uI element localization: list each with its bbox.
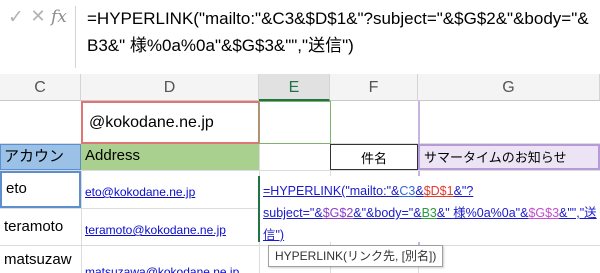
cell-c4[interactable]: teramoto xyxy=(0,209,81,245)
formula-bar: ✓ ✕ fx =HYPERLINK("mailto:"&C3&$D$1&"?su… xyxy=(0,0,600,75)
cell-c3[interactable]: eto xyxy=(0,171,81,208)
cell-c2[interactable]: アカウン xyxy=(0,144,81,170)
column-header-c[interactable]: C xyxy=(0,74,81,101)
cell-c5[interactable]: matsuzaw xyxy=(0,246,81,273)
column-header-f[interactable]: F xyxy=(330,74,418,101)
cell-d1[interactable]: @kokodane.ne.jp xyxy=(81,101,260,144)
formula-token: & xyxy=(415,184,424,198)
cell-g2[interactable]: サマータイムのお知らせ xyxy=(418,144,600,170)
cell-d5[interactable]: matsuzawa@kokodane.ne.jp xyxy=(81,246,259,273)
cell-d2[interactable]: Address xyxy=(81,144,259,170)
column-header-e[interactable]: E xyxy=(259,74,330,101)
formula-ref-c3: C3 xyxy=(399,184,416,198)
cell-g1[interactable] xyxy=(418,101,600,144)
column-header-d[interactable]: D xyxy=(81,74,259,101)
cell-e1[interactable] xyxy=(259,101,331,144)
enter-icon[interactable]: ✕ xyxy=(27,6,49,28)
function-tooltip: HYPERLINK(リンク先, [別名]) xyxy=(268,245,444,267)
formula-ref-g3: $G$3 xyxy=(528,206,560,220)
formula-token: =HYPERLINK("mailto:"& xyxy=(263,184,400,198)
formula-ref-b3: B3 xyxy=(421,206,437,220)
in-cell-formula-editor[interactable]: =HYPERLINK("mailto:"&C3&$D$1&"?subject="… xyxy=(258,176,600,242)
column-header-g[interactable]: G xyxy=(418,74,600,101)
cell-d3[interactable]: eto@kokodane.ne.jp xyxy=(81,171,259,208)
formula-input[interactable]: =HYPERLINK("mailto:"&C3&$D$1&"?subject="… xyxy=(87,5,595,59)
formula-ref-d1: $D$1 xyxy=(423,184,454,198)
formula-token: &" 様%0a%0a"& xyxy=(436,206,529,220)
formula-token: &"&body="& xyxy=(353,206,422,220)
cell-f2[interactable]: 件名 xyxy=(330,144,418,170)
formula-bar-divider xyxy=(75,6,76,68)
cell-d4[interactable]: teramoto@kokodane.ne.jp xyxy=(81,209,259,245)
insert-function-icon[interactable]: fx xyxy=(51,7,67,27)
cancel-icon[interactable]: ✓ xyxy=(5,6,27,28)
formula-ref-g2: $G$2 xyxy=(322,206,354,220)
